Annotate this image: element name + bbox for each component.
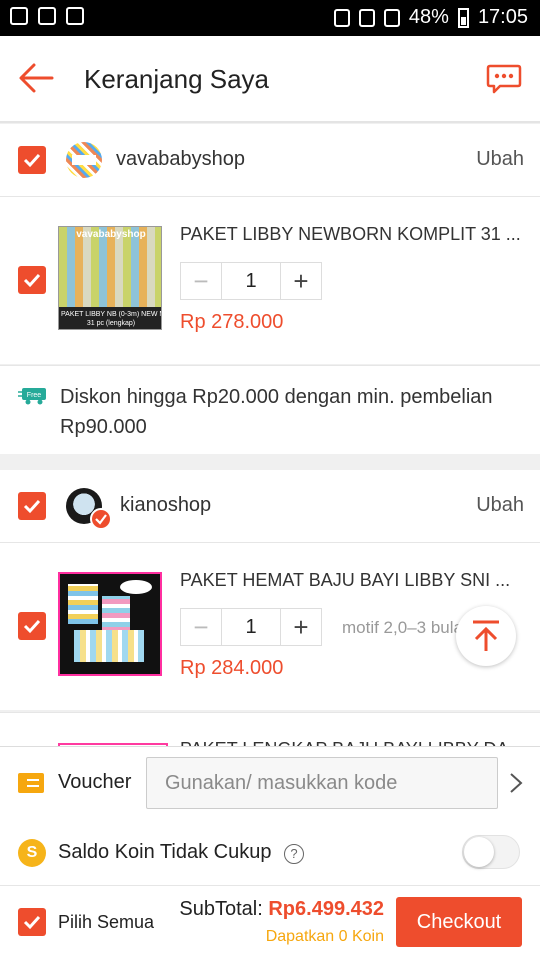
checkbox-checked-icon [23,153,41,168]
shop-card: kianoshop Ubah PAKET HEMAT BAJU BAYI LIB… [0,470,540,710]
item-checkbox[interactable] [18,266,46,294]
chevron-right-icon[interactable] [508,771,524,795]
notification-icon [66,7,84,25]
promo-text: Diskon hingga Rp20.000 dengan min. pembe… [60,386,493,438]
free-badge-text: Free [27,392,42,399]
coin-icon: S [18,839,46,867]
cart-item: vavababyshop PAKET LIBBY NB (0-3m) NEW M… [0,196,540,364]
app-header: Keranjang Saya [0,36,540,123]
subtotal: SubTotal: Rp6.499.432 [179,898,384,921]
decrease-button[interactable]: − [181,263,222,299]
battery-icon [457,7,469,28]
quantity-value[interactable]: 1 [222,609,280,645]
shop-name[interactable]: vavababyshop [116,148,245,171]
chat-icon[interactable] [486,62,522,94]
shipping-promo[interactable]: Free Diskon hingga Rp20.000 dengan min. … [0,365,540,454]
voucher-input[interactable] [146,757,498,809]
product-price: Rp 284.000 [180,657,284,679]
battery-percent: 48% [408,6,449,28]
scroll-top-button[interactable] [456,606,516,666]
shop-card: vavababyshop Ubah vavababyshop PAKET LIB… [0,124,540,364]
decrease-button[interactable]: − [181,609,222,645]
scroll-top-icon [473,620,499,651]
coins-earned: Dapatkan 0 Koin [265,928,384,945]
edit-button[interactable]: Ubah [476,494,524,517]
checkbox-checked-icon [23,915,41,930]
shop-header: kianoshop Ubah [0,470,540,543]
quantity-stepper: − 1 + [180,262,322,300]
product-name[interactable]: PAKET HEMAT BAJU BAYI LIBBY SNI ... [180,570,525,591]
coin-label: Saldo Koin Tidak Cukup [58,841,272,863]
page-title: Keranjang Saya [84,64,270,94]
voucher-icon [18,773,44,793]
toggle-knob [464,837,494,867]
free-shipping-icon: Free [18,388,46,405]
checkbox-checked-icon [23,619,41,634]
shop-name[interactable]: kianoshop [120,494,211,517]
notification-icon [38,7,56,25]
product-thumbnail[interactable]: vavababyshop PAKET LIBBY NB (0-3m) NEW M… [58,226,162,330]
verified-badge-icon [90,508,112,530]
mute-icon [333,8,350,27]
checkout-bar: Pilih Semua SubTotal: Rp6.499.432 Dapatk… [0,886,540,960]
coin-row: S Saldo Koin Tidak Cukup ? [0,821,540,886]
help-icon[interactable]: ? [284,844,304,864]
coin-toggle[interactable] [462,835,520,869]
product-variant[interactable]: motif 2,0–3 bulan [342,618,472,638]
status-bar: 48% 17:05 [0,0,540,36]
thumb-caption: PAKET LIBBY NB (0-3m) NEW MOTIF [61,311,161,318]
checkout-button[interactable]: Checkout [396,897,522,947]
shop-checkbox[interactable] [18,492,46,520]
subtotal-value: Rp6.499.432 [268,898,384,920]
alarm-icon [358,8,375,27]
item-checkbox[interactable] [18,612,46,640]
signal-icon [383,8,400,27]
shop-checkbox[interactable] [18,146,46,174]
product-thumbnail[interactable] [58,572,162,676]
cart-item-partial: PAKET LENGKAP BAJU BAYI LIBBY DA... [0,712,540,747]
product-price: Rp 278.000 [180,311,284,333]
quantity-stepper: − 1 + [180,608,322,646]
shop-header: vavababyshop Ubah [0,124,540,197]
checkbox-checked-icon [23,273,41,288]
increase-button[interactable]: + [280,609,321,645]
edit-button[interactable]: Ubah [476,148,524,171]
thumb-brand: vavababyshop [76,229,146,240]
clock: 17:05 [477,6,528,28]
voucher-row: Voucher [0,746,540,822]
thumb-caption: 31 pc (lengkap) [86,320,136,327]
increase-button[interactable]: + [280,263,321,299]
voucher-label: Voucher [58,771,132,793]
notification-icon [10,7,28,25]
quantity-value[interactable]: 1 [222,263,280,299]
product-name[interactable]: PAKET LIBBY NEWBORN KOMPLIT 31 ... [180,224,525,245]
checkbox-checked-icon [23,499,41,514]
shop-avatar[interactable] [66,142,102,178]
back-arrow-icon[interactable] [18,62,54,94]
subtotal-label: SubTotal: [179,898,263,920]
select-all-checkbox[interactable] [18,908,46,936]
select-all-label[interactable]: Pilih Semua [58,912,154,933]
